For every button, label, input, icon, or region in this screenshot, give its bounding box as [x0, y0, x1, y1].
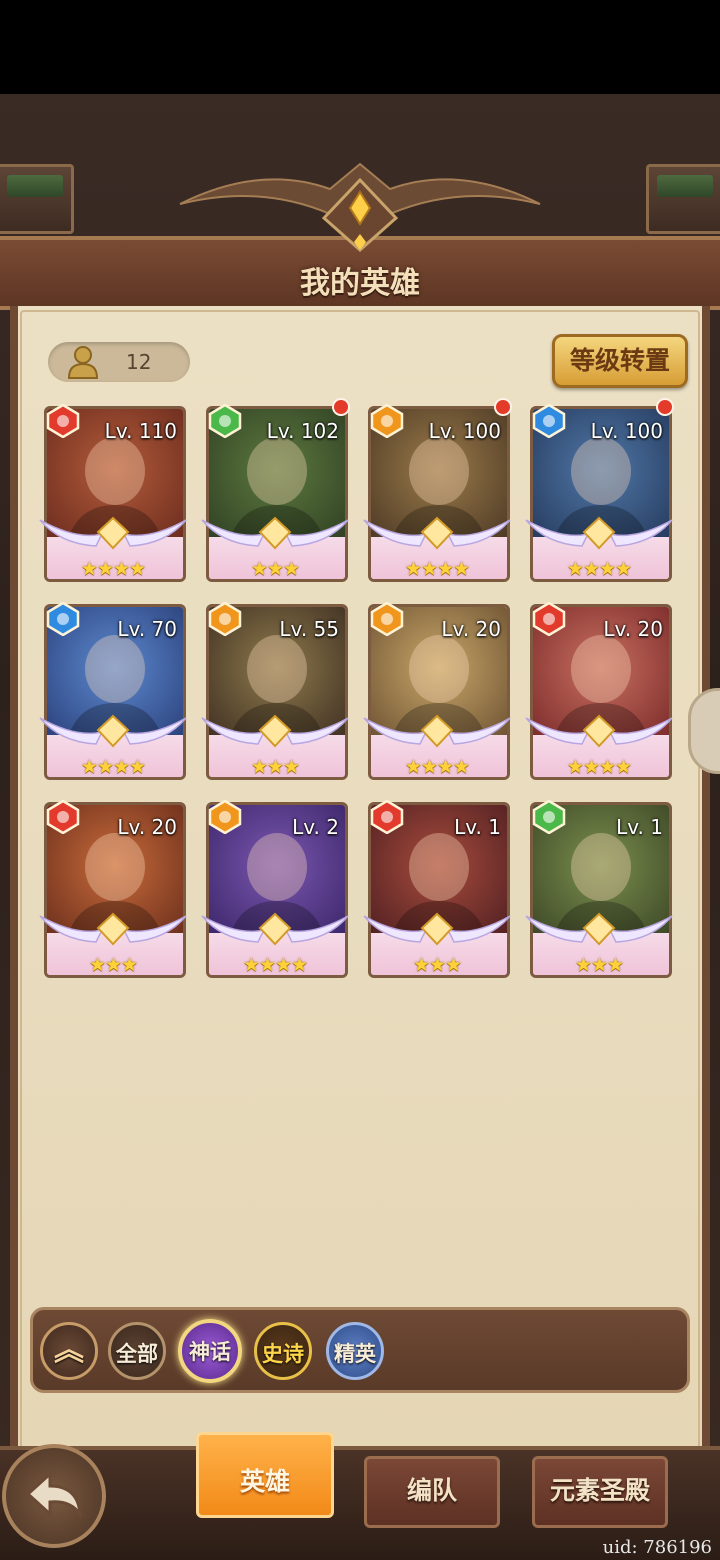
filter-elite-button[interactable]: 精英	[326, 1322, 384, 1380]
hero-level: Lv. 102	[266, 419, 339, 443]
light-element-icon	[370, 404, 404, 438]
hero-level: Lv. 1	[616, 815, 663, 839]
filter-myth-button[interactable]: 神话	[178, 1319, 242, 1383]
status-bar	[0, 0, 720, 94]
hero-card[interactable]: Lv. 70 ★★★★	[39, 600, 187, 780]
star-rating: ★★★★	[80, 558, 146, 580]
star-rating: ★★★	[412, 954, 462, 976]
star-rating: ★★★★	[404, 558, 470, 580]
page-title: 我的英雄	[300, 266, 420, 301]
notification-dot	[494, 398, 512, 416]
hero-card[interactable]: Lv. 1 ★★★	[525, 798, 673, 978]
hero-card[interactable]: Lv. 110 ★★★★	[39, 402, 187, 582]
rank-wings-icon	[363, 516, 511, 550]
collapse-chevron-icon[interactable]: ︽	[40, 1322, 98, 1380]
star-rating: ★★★	[574, 954, 624, 976]
hero-level: Lv. 110	[104, 419, 177, 443]
rank-wings-icon	[363, 714, 511, 748]
star-rating: ★★★★	[80, 756, 146, 778]
back-button[interactable]	[2, 1444, 106, 1548]
star-rating: ★★★★	[566, 558, 632, 580]
hero-card[interactable]: Lv. 100 ★★★★	[363, 398, 512, 582]
star-rating: ★★★★	[566, 756, 632, 778]
notification-dot	[656, 398, 674, 416]
light-element-icon	[370, 602, 404, 636]
fire-element-icon	[46, 800, 80, 834]
rank-wings-icon	[201, 912, 349, 946]
star-rating: ★★★	[250, 756, 300, 778]
water-element-icon	[46, 602, 80, 636]
hero-card[interactable]: Lv. 20 ★★★★	[363, 600, 511, 780]
tab-heroes[interactable]: 英雄	[196, 1432, 334, 1518]
hero-card[interactable]: Lv. 1 ★★★	[363, 798, 511, 978]
rank-wings-icon	[39, 516, 187, 550]
fire-element-icon	[370, 800, 404, 834]
tab-team[interactable]: 编队	[364, 1456, 500, 1528]
hero-level: Lv. 100	[590, 419, 663, 443]
hero-level: Lv. 1	[454, 815, 501, 839]
hero-card[interactable]: Lv. 102 ★★★	[201, 398, 350, 582]
hero-level: Lv. 2	[292, 815, 339, 839]
hero-count-badge: 12	[48, 342, 190, 382]
user-id-label: uid: 786196	[602, 1537, 712, 1558]
rank-wings-icon	[363, 912, 511, 946]
water-element-icon	[532, 404, 566, 438]
person-icon	[67, 346, 99, 379]
hero-card[interactable]: Lv. 20 ★★★	[39, 798, 187, 978]
level-transfer-button[interactable]: 等级转置	[552, 334, 688, 388]
light-element-icon	[208, 800, 242, 834]
tab-element-temple[interactable]: 元素圣殿	[532, 1456, 668, 1528]
back-arrow-icon	[25, 1470, 82, 1520]
hero-card[interactable]: Lv. 55 ★★★	[201, 600, 349, 780]
fire-element-icon	[46, 404, 80, 438]
hero-card[interactable]: Lv. 100 ★★★★	[525, 398, 674, 582]
hero-card[interactable]: Lv. 20 ★★★★	[525, 600, 673, 780]
crest-icon	[321, 178, 399, 252]
hero-level: Lv. 20	[603, 617, 663, 641]
rank-wings-icon	[525, 516, 673, 550]
hero-level: Lv. 70	[117, 617, 177, 641]
rank-wings-icon	[201, 516, 349, 550]
star-rating: ★★★	[88, 954, 138, 976]
rank-wings-icon	[39, 714, 187, 748]
side-drawer-handle[interactable]	[688, 688, 720, 774]
star-rating: ★★★	[250, 558, 300, 580]
hero-level: Lv. 20	[117, 815, 177, 839]
rank-wings-icon	[39, 912, 187, 946]
filter-all-button[interactable]: 全部	[108, 1322, 166, 1380]
rank-wings-icon	[201, 714, 349, 748]
nature-element-icon	[532, 800, 566, 834]
rank-wings-icon	[525, 912, 673, 946]
star-rating: ★★★★	[404, 756, 470, 778]
nature-element-icon	[208, 404, 242, 438]
light-element-icon	[208, 602, 242, 636]
hero-level: Lv. 20	[441, 617, 501, 641]
hero-level: Lv. 100	[428, 419, 501, 443]
fire-element-icon	[532, 602, 566, 636]
hero-count-value: 12	[126, 350, 152, 374]
hero-level: Lv. 55	[279, 617, 339, 641]
hero-card[interactable]: Lv. 2 ★★★★	[201, 798, 349, 978]
star-rating: ★★★★	[242, 954, 308, 976]
filter-epic-button[interactable]: 史诗	[254, 1322, 312, 1380]
notification-dot	[332, 398, 350, 416]
rank-wings-icon	[525, 714, 673, 748]
